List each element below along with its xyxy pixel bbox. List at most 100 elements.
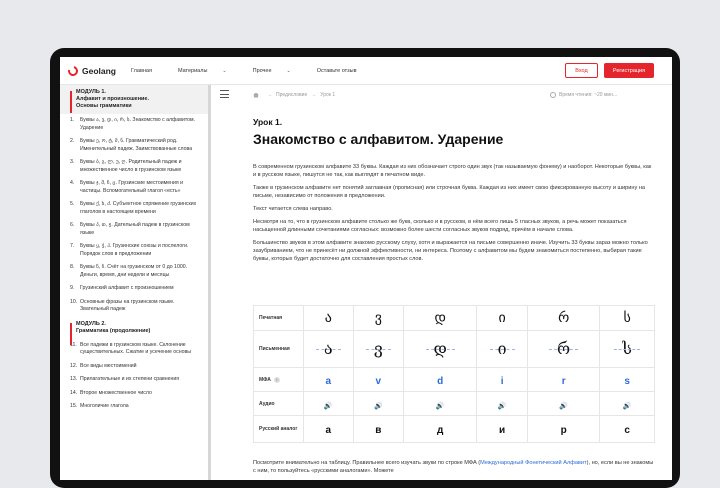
ipa-symbol: d (437, 375, 444, 387)
speaker-icon[interactable]: 🔊 (324, 403, 333, 410)
table-cell: 🔊 (476, 391, 528, 416)
lesson-item-number: 2. (70, 138, 75, 144)
speaker-icon[interactable]: 🔊 (623, 403, 632, 410)
info-icon[interactable]: i (273, 376, 280, 383)
lessons-sidebar: МОДУЛЬ 1. Алфавит и произношение. Основы… (60, 85, 211, 480)
nav-link-feedback[interactable]: Оставьте отзыв (317, 68, 370, 74)
module-1-header[interactable]: МОДУЛЬ 1. Алфавит и произношение. Основы… (60, 85, 209, 114)
hamburger-menu-icon[interactable] (220, 90, 229, 98)
sidebar-lesson-item[interactable]: 4. Буквы ჯ, შ, ჩ, ც. Грузинские местоимен… (60, 177, 209, 198)
table-cell: 🔊 (303, 391, 354, 416)
sidebar-lesson-item[interactable]: 3. Буквы ბ, გ, ლ, უ, ღ. Родительный падеж… (60, 156, 209, 177)
lesson-item-label: Второе множественное число (80, 389, 152, 396)
login-button[interactable]: Вход (565, 63, 598, 78)
sidebar-lesson-item[interactable]: 10. Основные фразы на грузинском языке. З… (60, 296, 209, 317)
written-letter: ა (323, 339, 333, 358)
sidebar-lesson-item[interactable]: 1. Буквы ა, ვ, დ, ი, რ, ს. Знакомство с а… (60, 114, 209, 135)
table-cell: v (352, 367, 405, 392)
table-cell: 🔊 (403, 391, 478, 416)
speaker-icon[interactable]: 🔊 (374, 403, 383, 410)
russian-analog: в (375, 425, 382, 436)
sidebar-scrollbar[interactable] (208, 85, 211, 480)
breadcrumb-current: Урок 1 (320, 92, 336, 98)
speaker-icon[interactable]: 🔊 (436, 403, 445, 410)
register-button[interactable]: Регистрация (604, 63, 654, 78)
ipa-link[interactable]: Международный Фонетический Алфавит (480, 460, 586, 466)
page-title: Знакомство с алфавитом. Ударение (253, 131, 504, 147)
ipa-symbol: r (561, 375, 566, 387)
table-row-printed: Печатная ა ვ დ ი რ ს (253, 305, 655, 331)
lesson-item-label: Буквы ბ, გ, ლ, უ, ღ. Родительный падеж и… (80, 159, 182, 173)
row-header: Печатная (253, 305, 304, 331)
speaker-icon[interactable]: 🔊 (559, 403, 568, 410)
table-cell: d (403, 367, 478, 392)
table-cell: с (599, 415, 655, 443)
breadcrumb: → Предисловие → Урок 1 (253, 92, 335, 98)
nav-link-home[interactable]: Главная (131, 68, 165, 74)
paragraph: Большинство звуков в этом алфавите знако… (253, 240, 648, 262)
table-cell: 🔊 (526, 391, 601, 416)
breadcrumb-separator: → (267, 92, 272, 98)
lesson-item-number: 3. (70, 159, 75, 165)
table-cell: ა (303, 330, 354, 368)
table-cell: а (303, 415, 354, 443)
paragraph: Текст читается слева направо. (253, 206, 333, 212)
sidebar-lesson-item[interactable]: 13. Прилагательные и их степени сравнения (60, 373, 209, 387)
module-subtitle-2: Основы грамматики (76, 103, 132, 109)
table-cell: a (303, 367, 354, 392)
russian-analog: р (560, 425, 567, 436)
top-navigation: Geolang Главная Материалы ⌄ Прочее ⌄ Остав… (60, 57, 672, 85)
nav-link-materials[interactable]: Материалы ⌄ (178, 68, 240, 74)
speaker-icon[interactable]: 🔊 (498, 403, 507, 410)
lesson-item-number: 14. (70, 389, 78, 396)
sidebar-lesson-item[interactable]: 2. Буквы ე, ო, ტ, მ, ნ. Грамматический ро… (60, 135, 209, 156)
module-marker (70, 322, 72, 345)
lesson-item-label: Буквы პ, თ, ჟ. Дательный падеж в грузинс… (80, 222, 190, 236)
breadcrumb-section[interactable]: Предисловие (276, 92, 307, 98)
printed-letter: დ (434, 310, 446, 326)
logo-text: Geolang (82, 65, 117, 76)
paragraph: Несмотря на то, что в грузинском алфавит… (253, 219, 627, 233)
table-cell: ი (476, 330, 528, 368)
sidebar-lesson-item[interactable]: 9. Грузинский алфавит с произношением (60, 282, 209, 296)
table-cell: р (526, 415, 601, 443)
sidebar-lesson-item[interactable]: 11. Все падежи в грузинском языке. Склоне… (60, 339, 209, 360)
module-title: МОДУЛЬ 2. (76, 320, 106, 327)
module-2-header[interactable]: МОДУЛЬ 2. Грамматика (продолжение) (60, 317, 209, 345)
module-marker (70, 91, 72, 113)
module-2-lessons: 11. Все падежи в грузинском языке. Склоне… (60, 339, 209, 414)
sidebar-lesson-item[interactable]: 14. Второе множественное число (60, 387, 209, 401)
lesson-item-number: 6. (70, 222, 75, 228)
row-header: МФА i (253, 367, 304, 392)
sidebar-lesson-item[interactable]: 12. Все виды местоимений (60, 360, 209, 374)
table-cell: რ (526, 330, 601, 368)
logo[interactable]: Geolang (66, 63, 117, 78)
nav-link-label: Материалы (177, 67, 208, 74)
lesson-item-label: Буквы ჯ, შ, ჩ, ც. Грузинские местоимения… (80, 180, 183, 194)
table-cell: ს (599, 330, 655, 368)
home-icon[interactable] (253, 92, 259, 98)
sidebar-lesson-item[interactable]: 5. Буквы ქ, ხ, ძ. Субъектное спряжение гр… (60, 198, 209, 219)
nav-link-other[interactable]: Прочее ⌄ (253, 68, 304, 74)
table-cell: რ (526, 305, 601, 331)
russian-analog: и (499, 425, 506, 436)
row-header: Аудио (253, 391, 304, 416)
table-cell: 🔊 (599, 391, 655, 416)
russian-analog: а (325, 425, 332, 436)
alphabet-table: Печатная ა ვ დ ი რ ს Письменная ა ვ დ ი … (253, 305, 655, 443)
table-cell: r (526, 367, 601, 392)
table-cell: и (476, 415, 528, 443)
table-row-ipa: МФА i a v d i r s (253, 367, 655, 392)
table-cell: s (599, 367, 655, 392)
lesson-item-number: 7. (70, 243, 75, 249)
sidebar-lesson-item[interactable]: 6. Буквы პ, თ, ჟ. Дательный падеж в грузи… (60, 219, 209, 240)
lesson-item-number: 5. (70, 201, 75, 207)
sidebar-lesson-item[interactable]: 8. Буквы წ, ჩ. Счёт на грузинском от 0 до… (60, 261, 209, 282)
sidebar-lesson-item[interactable]: 15. Многоличие глагола (60, 400, 209, 414)
sidebar-lesson-item[interactable]: 7. Буквы ყ, ჭ, ჰ. Грузинские союзы и посл… (60, 240, 209, 261)
ipa-symbol: a (325, 375, 332, 387)
module-1-lessons: 1. Буквы ა, ვ, დ, ი, რ, ს. Знакомство с а… (60, 114, 209, 317)
table-cell: 🔊 (352, 391, 405, 416)
printed-letter: ი (498, 310, 506, 326)
written-letter: დ (433, 339, 447, 358)
